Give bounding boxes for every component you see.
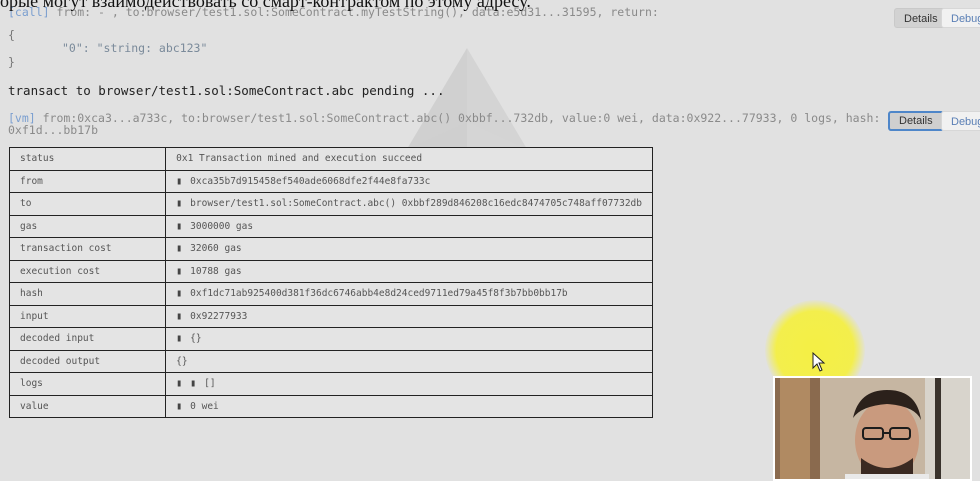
row-key: to bbox=[8, 192, 167, 216]
row-value: 3000000 gas bbox=[190, 220, 254, 232]
row-key: from bbox=[8, 169, 167, 193]
table-row-hash: hash ▮ 0xf1dc71ab925400d381f36dc6746abb4e8… bbox=[8, 282, 653, 306]
table-row-decoded-input: decoded input ▮ {} bbox=[8, 327, 653, 351]
row-value-cell: ▮ ▮ [] bbox=[165, 372, 653, 396]
row-value-cell: 0x1 Transaction mined and execution succ… bbox=[165, 147, 653, 171]
row-key: input bbox=[8, 304, 167, 328]
table-row-to: to ▮ browser/test1.sol:SomeContract.abc() … bbox=[8, 192, 653, 216]
presenter-image bbox=[775, 378, 970, 479]
table-row-gas: gas ▮ 3000000 gas bbox=[8, 214, 653, 238]
copy-icon[interactable]: ▮ bbox=[176, 311, 186, 322]
row-value: {} bbox=[176, 355, 188, 367]
vm-log-hash: 0xf1d...bb17b bbox=[8, 123, 99, 137]
video-caption: орые могут взаимодействовать со смарт-ко… bbox=[0, 0, 531, 11]
row-key: value bbox=[8, 394, 167, 418]
call-details-button[interactable]: Details bbox=[894, 8, 948, 28]
copy-icon[interactable]: ▮ bbox=[190, 378, 200, 389]
table-row-value: value ▮ 0 wei bbox=[8, 394, 653, 418]
copy-icon[interactable]: ▮ bbox=[176, 288, 186, 299]
json-open-brace: { bbox=[8, 28, 15, 42]
row-value: 0 wei bbox=[190, 400, 219, 412]
row-value-cell: ▮ 32060 gas bbox=[165, 237, 653, 261]
row-value-cell: ▮ 0xca35b7d915458ef540ade6068dfe2f44e8fa7… bbox=[165, 169, 653, 193]
copy-icon[interactable]: ▮ bbox=[176, 198, 186, 209]
row-value-cell: ▮ browser/test1.sol:SomeContract.abc() 0x… bbox=[165, 192, 653, 216]
row-value-cell: ▮ 0xf1dc71ab925400d381f36dc6746abb4e8d24c… bbox=[165, 282, 653, 306]
row-key: gas bbox=[8, 214, 167, 238]
vm-debug-button[interactable]: Debug bbox=[941, 111, 980, 131]
row-value: 32060 gas bbox=[190, 243, 242, 255]
webcam-overlay bbox=[773, 376, 972, 481]
row-key: decoded output bbox=[8, 349, 167, 373]
table-row-status: status 0x1 Transaction mined and executio… bbox=[8, 147, 653, 171]
copy-icon[interactable]: ▮ bbox=[176, 243, 186, 254]
table-row-input: input ▮ 0x92277933 bbox=[8, 304, 653, 328]
row-key: status bbox=[8, 147, 167, 171]
row-key: hash bbox=[8, 282, 167, 306]
row-value-cell: ▮ 10788 gas bbox=[165, 259, 653, 283]
transaction-details-table: status 0x1 Transaction mined and executio… bbox=[8, 147, 653, 418]
row-value-cell: ▮ 3000000 gas bbox=[165, 214, 653, 238]
json-close-brace: } bbox=[8, 55, 15, 69]
table-row-transaction-cost: transaction cost ▮ 32060 gas bbox=[8, 237, 653, 261]
call-debug-button[interactable]: Debug bbox=[941, 8, 980, 28]
row-value: {} bbox=[190, 333, 202, 345]
copy-icon[interactable]: ▮ bbox=[176, 176, 186, 187]
copy-icon[interactable]: ▮ bbox=[176, 378, 186, 389]
row-value-cell: ▮ 0 wei bbox=[165, 394, 653, 418]
row-value: browser/test1.sol:SomeContract.abc() 0xb… bbox=[190, 198, 642, 210]
row-key: execution cost bbox=[8, 259, 167, 283]
row-key: decoded input bbox=[8, 327, 167, 351]
mouse-pointer-icon bbox=[812, 352, 826, 372]
copy-icon[interactable]: ▮ bbox=[176, 333, 186, 344]
table-row-decoded-output: decoded output {} bbox=[8, 349, 653, 373]
vm-details-button[interactable]: Details bbox=[888, 111, 944, 131]
table-row-logs: logs ▮ ▮ [] bbox=[8, 372, 653, 396]
row-key: logs bbox=[8, 372, 167, 396]
row-value: 0x1 Transaction mined and execution succ… bbox=[176, 153, 423, 165]
row-value-cell: ▮ 0x92277933 bbox=[165, 304, 653, 328]
pending-transaction-text: transact to browser/test1.sol:SomeContra… bbox=[8, 83, 445, 98]
row-value: 0x92277933 bbox=[190, 310, 248, 322]
row-value: 10788 gas bbox=[190, 265, 242, 277]
copy-icon[interactable]: ▮ bbox=[176, 266, 186, 277]
copy-icon[interactable]: ▮ bbox=[176, 221, 186, 232]
row-value-cell: ▮ {} bbox=[165, 327, 653, 351]
table-row-execution-cost: execution cost ▮ 10788 gas bbox=[8, 259, 653, 283]
copy-icon[interactable]: ▮ bbox=[176, 401, 186, 412]
row-value: 0xf1dc71ab925400d381f36dc6746abb4e8d24ce… bbox=[190, 288, 568, 300]
row-value: [] bbox=[204, 378, 216, 390]
table-row-from: from ▮ 0xca35b7d915458ef540ade6068dfe2f44e… bbox=[8, 169, 653, 193]
vm-log-text: from:0xca3...a733c, to:browser/test1.sol… bbox=[35, 111, 881, 125]
json-return-value: "0": "string: abc123" bbox=[62, 41, 207, 55]
json-return-text: "0": "string: abc123" bbox=[62, 41, 208, 55]
row-key: transaction cost bbox=[8, 237, 167, 261]
row-value-cell: {} bbox=[165, 349, 653, 373]
row-value: 0xca35b7d915458ef540ade6068dfe2f44e8fa73… bbox=[190, 175, 431, 187]
vm-log-line: [vm] from:0xca3...a733c, to:browser/test… bbox=[8, 111, 880, 125]
